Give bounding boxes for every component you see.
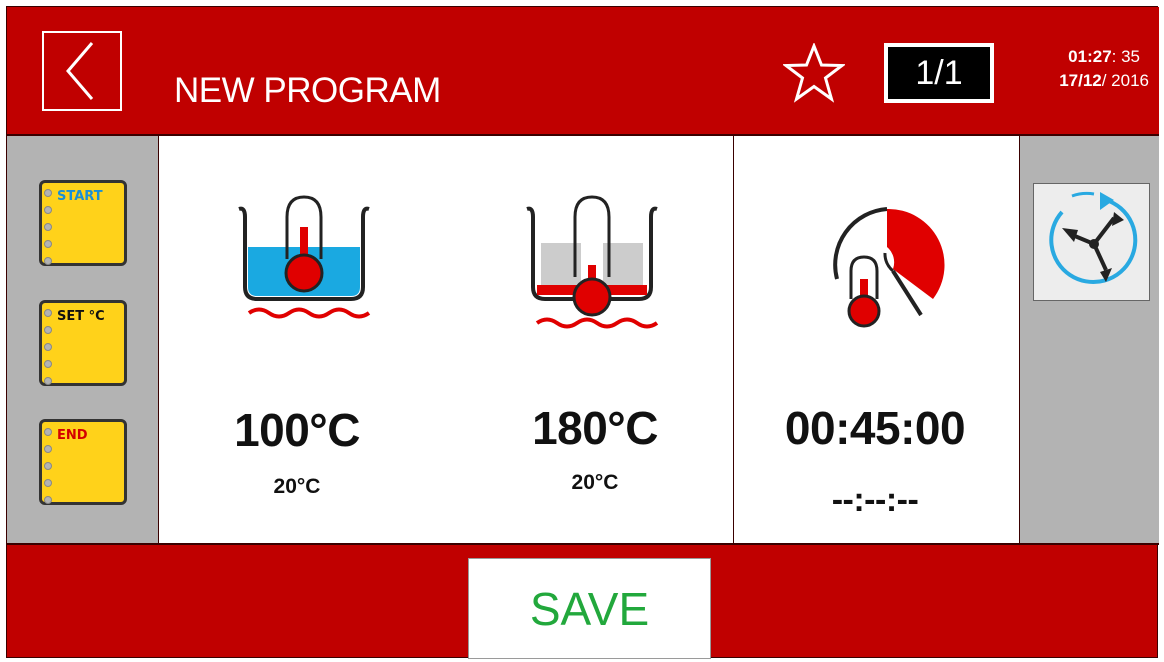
back-button[interactable] bbox=[42, 31, 122, 111]
step-set-temp-button[interactable]: SET °C bbox=[39, 300, 127, 386]
rotation-cycle-button[interactable] bbox=[1033, 183, 1150, 301]
save-label: SAVE bbox=[529, 582, 650, 635]
note-binding bbox=[44, 309, 52, 394]
date-line: 17/12/ 2016 bbox=[1059, 69, 1149, 93]
time-seconds: : 35 bbox=[1111, 47, 1141, 66]
time-hm: 01:27 bbox=[1068, 47, 1112, 66]
pot-water-heating-icon bbox=[238, 195, 371, 319]
step-end-button[interactable]: END bbox=[39, 419, 127, 505]
timer-set-value: 00:45:00 bbox=[784, 402, 966, 454]
boil-current-temp: 20°C bbox=[273, 475, 321, 498]
rotation-cycle-icon bbox=[1049, 191, 1138, 285]
page-indicator-text: 1/1 bbox=[915, 53, 963, 92]
note-binding bbox=[44, 189, 52, 274]
fry-target-temp: 180°C bbox=[532, 402, 658, 454]
page-title: NEW PROGRAM bbox=[174, 71, 441, 110]
date-dm: 17/12 bbox=[1059, 71, 1102, 90]
step-start-label: START bbox=[57, 189, 103, 204]
boil-target-temp: 100°C bbox=[234, 404, 360, 456]
header-bar: NEW PROGRAM 1/1 01:27: 35 17/12/ 2016 bbox=[7, 7, 1159, 137]
thermometer-timer-icon bbox=[833, 207, 945, 328]
chevron-left-icon bbox=[66, 42, 94, 100]
clock: 01:27: 35 17/12/ 2016 bbox=[1059, 45, 1149, 93]
note-binding bbox=[44, 428, 52, 513]
date-year: / 2016 bbox=[1101, 71, 1149, 90]
save-button[interactable]: SAVE bbox=[468, 558, 711, 659]
step-start-button[interactable]: START bbox=[39, 180, 127, 266]
star-outline-icon bbox=[781, 41, 847, 103]
page-indicator[interactable]: 1/1 bbox=[884, 43, 994, 103]
pan-oil-heating-icon bbox=[526, 195, 659, 329]
favorite-button[interactable] bbox=[781, 41, 847, 103]
step-end-label: END bbox=[57, 428, 88, 443]
time-line: 01:27: 35 bbox=[1059, 45, 1149, 69]
step-set-temp-label: SET °C bbox=[57, 309, 105, 324]
app-frame: NEW PROGRAM 1/1 01:27: 35 17/12/ 2016 ST… bbox=[6, 6, 1159, 659]
timer-remaining-value: --:--:-- bbox=[831, 481, 919, 519]
fry-current-temp: 20°C bbox=[571, 471, 619, 494]
